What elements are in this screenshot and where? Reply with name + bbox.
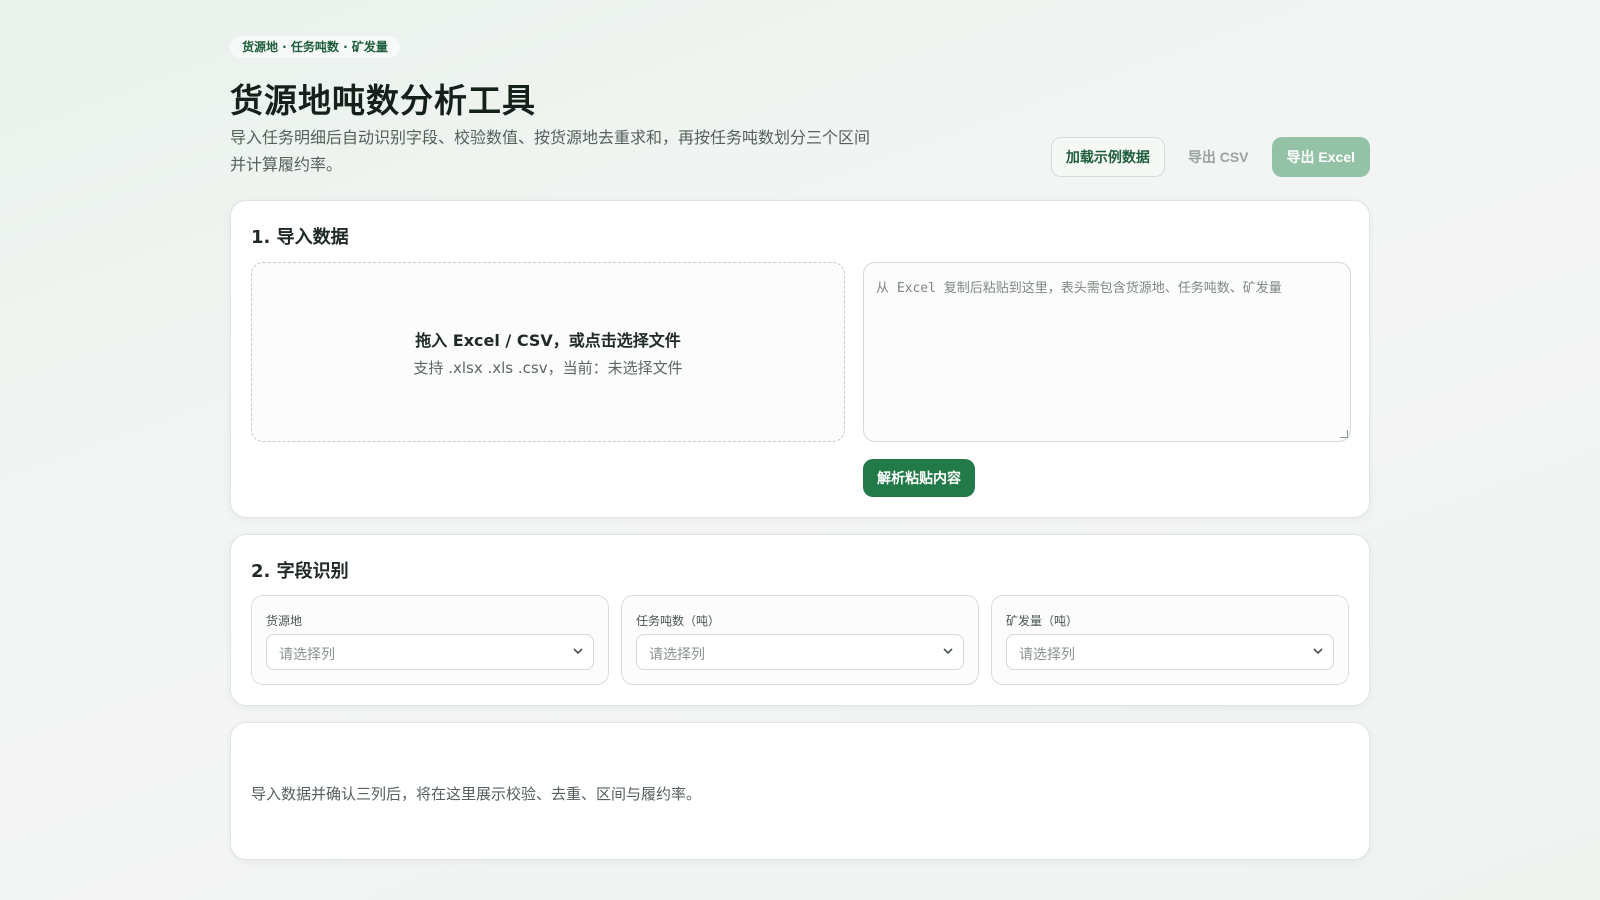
page-subtitle: 导入任务明细后自动识别字段、校验数值、按货源地去重求和，再按任务吨数划分三个区间… (230, 128, 871, 174)
file-dropzone[interactable]: 拖入 Excel / CSV，或点击选择文件 支持 .xlsx .xls .cs… (251, 262, 845, 442)
dropzone-subtitle: 支持 .xlsx .xls .csv，当前：未选择文件 (413, 359, 683, 377)
chevron-down-icon (1313, 648, 1323, 655)
select-value: 请选择列 (1019, 647, 1075, 663)
chevron-down-icon (943, 648, 953, 655)
result-empty-text: 导入数据并确认三列后，将在这里展示校验、去重、区间与履约率。 (251, 785, 702, 803)
header-actions: 加载示例数据 导出 CSV 导出 Excel (1050, 137, 1370, 177)
import-card: 1. 导入数据 拖入 Excel / CSV，或点击选择文件 支持 .xlsx … (230, 200, 1370, 518)
load-sample-button[interactable]: 加载示例数据 (1050, 137, 1165, 177)
export-excel-button[interactable]: 导出 Excel (1271, 137, 1370, 177)
source-column-select[interactable]: 请选择列 (266, 634, 594, 670)
parse-paste-button[interactable]: 解析粘贴内容 (863, 459, 975, 497)
field-task-tonnage: 任务吨数（吨） 请选择列 (621, 595, 979, 685)
import-section-title: 1. 导入数据 (251, 227, 349, 248)
result-card: 导入数据并确认三列后，将在这里展示校验、去重、区间与履约率。 (230, 722, 1370, 860)
header-tag: 货源地 · 任务吨数 · 矿发量 (230, 36, 400, 58)
field-source: 货源地 请选择列 (251, 595, 609, 685)
field-section-title: 2. 字段识别 (251, 561, 349, 582)
field-label-task-tonnage: 任务吨数（吨） (636, 614, 721, 628)
page-title: 货源地吨数分析工具 (230, 81, 536, 120)
chevron-down-icon (573, 648, 583, 655)
field-label-source: 货源地 (266, 614, 303, 628)
field-mapping-card: 2. 字段识别 货源地 请选择列 任务吨数（吨） 请选择列 矿发量（吨） 请选择… (230, 534, 1370, 706)
field-label-mine-dispatch: 矿发量（吨） (1006, 614, 1079, 628)
field-mine-dispatch: 矿发量（吨） 请选择列 (991, 595, 1349, 685)
export-csv-button[interactable]: 导出 CSV (1173, 137, 1264, 177)
task-tonnage-column-select[interactable]: 请选择列 (636, 634, 964, 670)
select-value: 请选择列 (279, 647, 335, 663)
select-value: 请选择列 (649, 647, 705, 663)
mine-dispatch-column-select[interactable]: 请选择列 (1006, 634, 1334, 670)
paste-textarea[interactable] (863, 262, 1351, 442)
dropzone-title: 拖入 Excel / CSV，或点击选择文件 (415, 331, 681, 350)
